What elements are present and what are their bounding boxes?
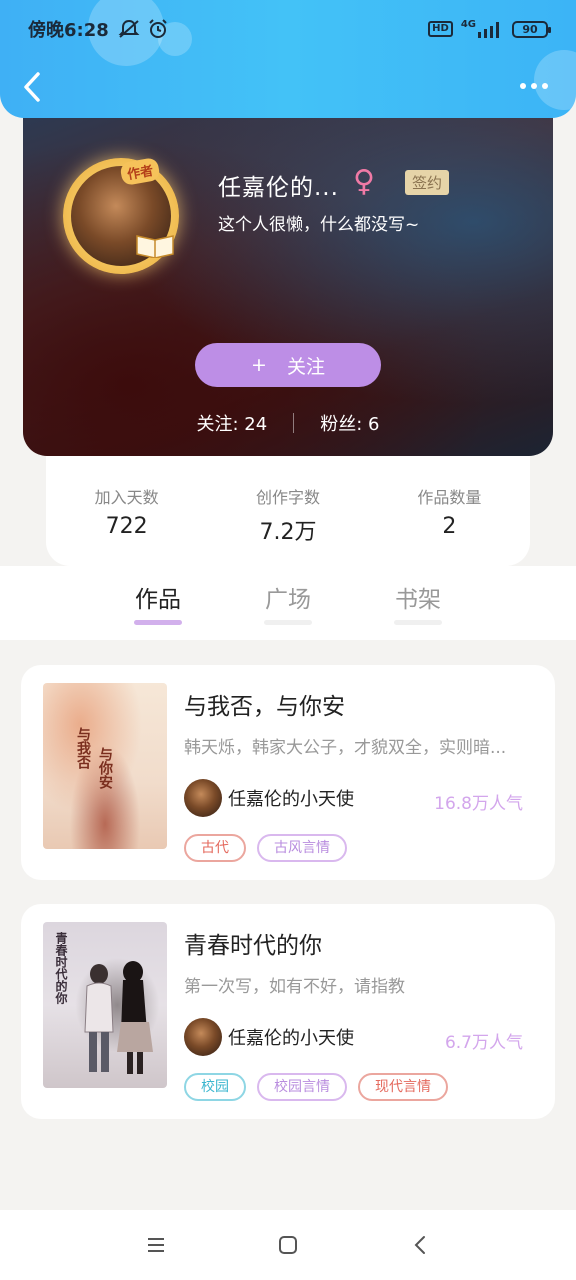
tab-label: 书架	[395, 587, 441, 613]
book-icon	[136, 235, 174, 258]
tab-works[interactable]: 作品	[93, 580, 223, 630]
book-popularity: 6.7万人气	[444, 1033, 523, 1053]
plus-icon: +	[251, 354, 267, 376]
tag[interactable]: 古代	[184, 834, 246, 862]
following-count[interactable]: 关注: 24	[197, 410, 268, 436]
cover-title: 青春时代的你	[54, 932, 68, 1004]
tag[interactable]: 校园言情	[257, 1073, 347, 1101]
more-dots-icon	[520, 83, 526, 89]
tab-bookshelf[interactable]: 书架	[353, 580, 483, 630]
follow-button[interactable]: + 关注	[195, 343, 381, 387]
signed-badge: 签约	[405, 170, 450, 195]
female-icon: ♀	[353, 164, 375, 199]
follow-label: 关注	[286, 355, 325, 378]
book-cover[interactable]: 青春时代的你	[43, 922, 167, 1088]
battery-icon: 90	[512, 20, 551, 38]
back-button[interactable]	[20, 70, 44, 104]
chevron-left-icon	[24, 72, 40, 102]
book-description: 第一次写，如有不好，请指教	[184, 977, 405, 997]
follow-stats: 关注: 24 粉丝: 6	[23, 410, 553, 436]
avatar-image	[71, 166, 174, 266]
system-nav-bar	[0, 1210, 576, 1280]
back-arrow-icon	[414, 1236, 425, 1254]
divider	[293, 413, 295, 433]
stat-label: 加入天数	[94, 488, 159, 507]
more-dot	[531, 83, 537, 89]
book-description: 韩天烁，韩家大公子，才貌双全，实则暗...	[184, 738, 507, 758]
more-button[interactable]	[520, 80, 550, 92]
battery-level: 90	[522, 22, 538, 36]
book-tags: 校园 校园言情 现代言情	[184, 1073, 448, 1101]
more-dot	[542, 83, 548, 89]
tag[interactable]: 校园	[184, 1073, 246, 1101]
home-button[interactable]	[277, 1234, 299, 1256]
menu-button[interactable]	[145, 1234, 167, 1256]
author-avatar	[184, 779, 222, 817]
tab-square[interactable]: 广场	[223, 580, 353, 630]
home-square-icon	[279, 1236, 297, 1254]
author-avatar	[184, 1018, 222, 1056]
stat-word-count: 创作字数 7.2万	[207, 484, 368, 566]
stat-value: 722	[105, 514, 148, 539]
book-card[interactable]: 与我否 与你安 与我否，与你安 韩天烁，韩家大公子，才貌双全，实则暗... 任嘉…	[21, 665, 555, 880]
book-card[interactable]: 青春时代的你 青春时代的你 第一次写，如有不好，请指教 任嘉伦的小天使 6.7万…	[21, 904, 555, 1119]
tag[interactable]: 古风言情	[257, 834, 347, 862]
tab-underline	[134, 620, 182, 625]
profile-name: 任嘉伦的...	[218, 175, 339, 201]
tab-label: 作品	[135, 587, 181, 613]
author-name: 任嘉伦的小天使	[228, 789, 354, 810]
followers-count[interactable]: 粉丝: 6	[320, 410, 379, 436]
tab-label: 广场	[265, 587, 311, 613]
stats-card: 加入天数 722 创作字数 7.2万 作品数量 2	[46, 440, 530, 566]
stat-label: 创作字数	[255, 488, 320, 507]
system-back-button[interactable]	[409, 1234, 431, 1256]
top-header: 傍晚6:28 HD 4G 90	[0, 0, 576, 118]
menu-icon	[148, 1238, 164, 1252]
mute-icon	[118, 19, 140, 38]
profile-bio: 这个人很懒，什么都没写~	[218, 215, 420, 235]
book-title: 与我否，与你安	[184, 694, 345, 720]
status-bar: 傍晚6:28 HD 4G 90	[28, 14, 551, 44]
alarm-icon	[149, 19, 167, 38]
hd-indicator: HD	[428, 21, 453, 37]
stat-label: 作品数量	[417, 488, 482, 507]
book-author: 任嘉伦的小天使	[184, 779, 354, 817]
cover-title: 与你安	[97, 747, 113, 789]
tab-bar: 作品 广场 书架	[0, 566, 576, 640]
tab-underline	[264, 620, 312, 625]
book-popularity: 16.8万人气	[434, 794, 523, 814]
stat-value: 2	[442, 514, 457, 539]
author-name: 任嘉伦的小天使	[228, 1028, 354, 1049]
book-author: 任嘉伦的小天使	[184, 1018, 354, 1056]
signal-icon	[478, 22, 499, 38]
status-time: 傍晚6:28	[28, 20, 109, 41]
book-tags: 古代 古风言情	[184, 834, 347, 862]
stat-value: 7.2万	[259, 520, 317, 545]
figures-illustration	[84, 961, 153, 1074]
book-cover[interactable]: 与我否 与你安	[43, 683, 167, 849]
book-title: 青春时代的你	[184, 933, 322, 959]
stat-join-days: 加入天数 722	[46, 484, 207, 566]
tag[interactable]: 现代言情	[358, 1073, 448, 1101]
stat-works-count: 作品数量 2	[369, 484, 530, 566]
tab-underline	[394, 620, 442, 625]
cover-title: 与我否	[75, 727, 91, 769]
profile-card: 作者 任嘉伦的... ♀ 签约 这个人很懒，什么都没写~ + 关注 关注: 24…	[23, 96, 553, 456]
